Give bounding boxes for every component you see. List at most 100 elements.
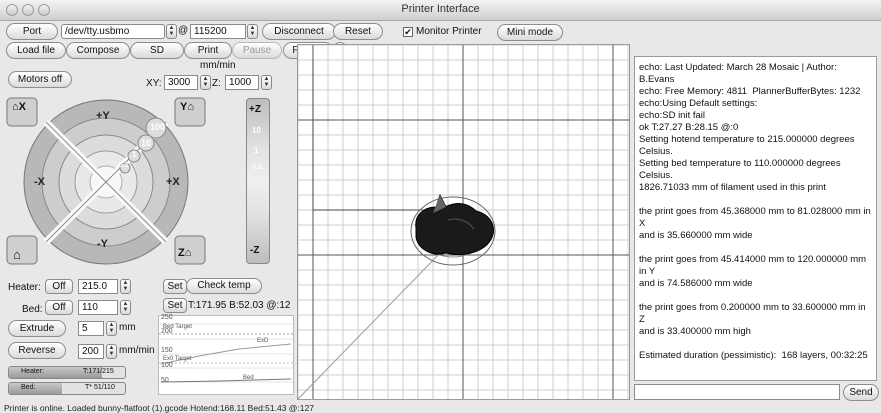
load-file-button[interactable]: Load file — [6, 42, 66, 59]
reverse-button[interactable]: Reverse — [8, 342, 66, 359]
z-10-label[interactable]: 10 — [252, 126, 261, 135]
window-title: Printer Interface — [401, 3, 480, 15]
baud-select[interactable]: 115200 — [190, 24, 246, 39]
log-line: echo:SD init fail — [639, 110, 706, 121]
bed-temp-input[interactable]: 110 — [78, 300, 118, 315]
send-button[interactable]: Send — [843, 384, 879, 401]
log-line: the print goes from 45.414000 mm to 120.… — [639, 254, 869, 277]
console-log-lines: echo: Last Updated: March 28 Mosaic | Au… — [639, 62, 872, 362]
home-all-button[interactable] — [6, 235, 38, 265]
mini-mode-button[interactable]: Mini mode — [497, 24, 563, 41]
heater-gauge-label: Heater: — [21, 368, 44, 375]
extrude-length-input[interactable]: 5 — [78, 321, 104, 336]
jog-plus-x-label[interactable]: +X — [166, 176, 180, 188]
log-line: echo: Last Updated: March 28 Mosaic | Au… — [639, 62, 840, 85]
motors-off-button[interactable]: Motors off — [8, 71, 72, 88]
z-minus-label[interactable]: -Z — [250, 245, 259, 256]
extrude-button[interactable]: Extrude — [8, 320, 66, 337]
reverse-feed-input[interactable]: 200 — [78, 344, 104, 359]
set-heater-button[interactable]: Set — [163, 279, 187, 294]
set-bed-button[interactable]: Set — [163, 298, 187, 313]
check-temp-button[interactable]: Check temp — [186, 278, 262, 294]
z-label: Z: — [212, 78, 221, 89]
pause-button[interactable]: Pause — [232, 42, 282, 59]
log-line: echo: Free Memory: 4811 PlannerBufferByt… — [639, 86, 861, 97]
graph-exd-label: ExD — [257, 338, 269, 344]
log-line: and is 33.400000 mm high — [639, 326, 751, 337]
reverse-feed-stepper[interactable]: ▲ ▼ — [106, 344, 117, 359]
jog-minus-y-label[interactable]: -Y — [97, 238, 108, 250]
graph-tick-50: 50 — [161, 377, 169, 384]
reset-button[interactable]: Reset — [333, 23, 383, 40]
port-dropdown-icon[interactable]: ▲ ▼ — [166, 24, 177, 39]
ring-01-label: 0.1 — [119, 162, 129, 169]
at-label: @ — [178, 25, 189, 36]
bed-gauge-text: T* 51/110 — [85, 384, 115, 391]
print-button[interactable]: Print — [184, 42, 232, 59]
bed-gauge-label: Bed: — [21, 384, 36, 391]
z-jog-bar[interactable] — [246, 98, 270, 264]
console-log[interactable]: echo: Last Updated: March 28 Mosaic | Au… — [634, 56, 877, 381]
jog-plus-y-label[interactable]: +Y — [96, 110, 110, 122]
sd-button[interactable]: SD — [130, 42, 184, 59]
command-input[interactable] — [634, 384, 840, 400]
home-all-icon: ⌂ — [13, 247, 21, 262]
compose-button[interactable]: Compose — [66, 42, 130, 59]
heater-temp-dropdown-icon[interactable]: ▲ ▼ — [120, 279, 131, 294]
log-line: 1826.71033 mm of filament used in this p… — [639, 182, 826, 193]
temperature-graph: 250 200 150 100 50 Bed Target ExD Ex0 Ta… — [158, 314, 294, 395]
bed-label: Bed: — [22, 304, 43, 315]
log-line: ok T:27.27 B:28.15 @:0 — [639, 122, 739, 133]
port-button[interactable]: Port — [6, 23, 58, 40]
log-line: the print goes from 45.368000 mm to 81.0… — [639, 206, 874, 229]
monitor-label: Monitor Printer — [416, 26, 482, 37]
log-line: Setting bed temperature to 110.000000 de… — [639, 158, 844, 181]
port-select[interactable]: /dev/tty.usbmo — [61, 24, 165, 39]
baud-dropdown-icon[interactable]: ▲ ▼ — [247, 24, 258, 39]
heater-gauge: Heater: T:171/215 — [8, 366, 126, 379]
log-line: Estimated duration (pessimistic): 168 la… — [639, 350, 868, 361]
xy-label: XY: — [146, 78, 162, 89]
disconnect-button[interactable]: Disconnect — [262, 23, 336, 40]
extrude-unit-label: mm — [119, 322, 136, 333]
heater-gauge-text: T:171/215 — [83, 368, 114, 375]
xy-feedrate-stepper[interactable]: ▲ ▼ — [200, 75, 211, 90]
z-01-label[interactable]: 0.1 — [252, 164, 262, 171]
home-z-icon: Z⌂ — [178, 247, 192, 259]
window-titlebar: Printer Interface — [0, 0, 881, 21]
log-line: Setting hotend temperature to 215.000000… — [639, 134, 858, 157]
z-plus-label[interactable]: +Z — [249, 104, 261, 115]
home-x-icon: ⌂X — [12, 101, 26, 113]
log-line: and is 35.660000 mm wide — [639, 230, 753, 241]
monitor-checkbox[interactable]: ✔ — [403, 27, 413, 37]
heater-off-button[interactable]: Off — [45, 279, 73, 294]
status-bar: Printer is online. Loaded bunny-flatfoot… — [4, 403, 314, 413]
print-preview-canvas[interactable] — [298, 45, 629, 399]
heater-temp-input[interactable]: 215.0 — [78, 279, 118, 294]
z-feedrate-stepper[interactable]: ▲ ▼ — [261, 75, 272, 90]
log-line: and is 74.586000 mm wide — [639, 278, 753, 289]
heater-label: Heater: — [8, 282, 41, 293]
graph-tick-250: 250 — [161, 314, 173, 321]
print-preview[interactable] — [297, 44, 630, 400]
jog-minus-x-label[interactable]: -X — [34, 176, 45, 188]
xy-feedrate-input[interactable]: 3000 — [164, 75, 198, 90]
graph-bed-target-label: Bed Target — [163, 324, 192, 330]
bed-off-button[interactable]: Off — [45, 300, 73, 315]
ring-1-label: 1 — [132, 150, 137, 159]
log-line: the print goes from 0.200000 mm to 33.60… — [639, 302, 869, 325]
graph-tick-150: 150 — [161, 347, 173, 354]
graph-tick-100: 100 — [161, 362, 173, 369]
log-line: echo:Using Default settings: — [639, 98, 758, 109]
home-y-icon: Y⌂ — [180, 101, 194, 113]
extrude-length-stepper[interactable]: ▲ ▼ — [106, 321, 117, 336]
graph-bed-label: Bed — [243, 375, 254, 381]
temp-readout: T:171.95 B:52.03 @:12 — [188, 300, 291, 311]
bed-temp-dropdown-icon[interactable]: ▲ ▼ — [120, 300, 131, 315]
z-feedrate-input[interactable]: 1000 — [225, 75, 259, 90]
z-1-label[interactable]: 1 — [254, 146, 258, 155]
